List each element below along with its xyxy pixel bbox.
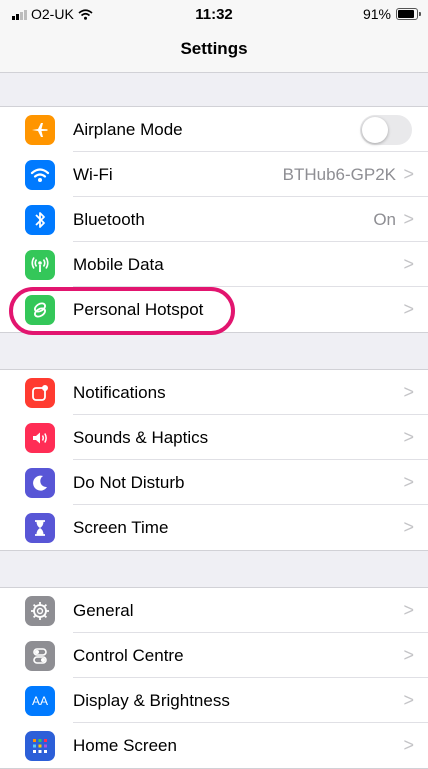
switches-icon (25, 640, 55, 671)
settings-row-airplane-mode[interactable]: Airplane Mode (0, 107, 428, 152)
settings-row-sounds-haptics[interactable]: Sounds & Haptics > (0, 415, 428, 460)
wifi-icon (25, 159, 55, 190)
airplane-mode-toggle[interactable] (360, 114, 412, 145)
notifications-icon (25, 377, 55, 408)
page-title: Settings (180, 39, 248, 58)
settings-row-notifications[interactable]: Notifications > (0, 370, 428, 415)
settings-row-home-screen[interactable]: Home Screen > (0, 723, 428, 768)
chevron-right-icon: > (403, 690, 414, 710)
chevron-right-icon: > (403, 517, 414, 537)
chevron-right-icon: > (403, 427, 414, 447)
chevron-right-icon: > (403, 164, 414, 184)
settings-row-label: Sounds & Haptics (73, 427, 209, 447)
battery-icon (396, 8, 421, 20)
chevron-right-icon: > (403, 254, 414, 274)
settings-row-label: Home Screen (73, 735, 177, 755)
status-bar: O2-UK 11:32 91% (0, 0, 428, 26)
settings-row-mobile-data[interactable]: Mobile Data > (0, 242, 428, 287)
speaker-icon (25, 422, 55, 453)
home-screen-grid-icon (25, 730, 55, 761)
settings-row-display-brightness[interactable]: AA Display & Brightness > (0, 678, 428, 723)
settings-row-control-centre[interactable]: Control Centre > (0, 633, 428, 678)
battery-percent: 91% (362, 6, 391, 22)
gear-icon (25, 595, 55, 626)
hourglass-icon (25, 512, 55, 543)
chevron-right-icon: > (403, 472, 414, 492)
settings-group-general: General > Control Centre > AA Display & … (0, 587, 428, 769)
text-size-icon: AA (25, 685, 55, 716)
settings-group-notifications: Notifications > Sounds & Haptics > Do No… (0, 369, 428, 551)
chevron-right-icon: > (403, 209, 414, 229)
settings-row-label: Airplane Mode (73, 119, 183, 139)
settings-row-label: Bluetooth (73, 209, 145, 229)
settings-row-screen-time[interactable]: Screen Time > (0, 505, 428, 550)
airplane-icon (25, 114, 55, 145)
settings-row-label: Wi-Fi (73, 164, 113, 184)
settings-row-label: Screen Time (73, 517, 169, 537)
antenna-icon (25, 249, 55, 280)
chevron-right-icon: > (403, 600, 414, 620)
navigation-bar: Settings (0, 26, 428, 73)
personal-hotspot-highlight-ring (9, 287, 235, 335)
settings-row-label: Mobile Data (73, 254, 164, 274)
status-right: 91% (362, 6, 421, 22)
settings-row-label: Do Not Disturb (73, 472, 185, 492)
bluetooth-icon (25, 204, 55, 235)
settings-row-label: Display & Brightness (73, 690, 230, 710)
bluetooth-value: On (373, 209, 396, 229)
chevron-right-icon: > (403, 382, 414, 402)
settings-row-label: General (73, 600, 134, 620)
wifi-network-value: BTHub6-GP2K (282, 164, 396, 184)
settings-row-bluetooth[interactable]: Bluetooth On > (0, 197, 428, 242)
settings-row-label: Control Centre (73, 645, 184, 665)
text-size-glyph: AA (31, 693, 48, 708)
settings-row-general[interactable]: General > (0, 588, 428, 633)
chevron-right-icon: > (403, 645, 414, 665)
chevron-right-icon: > (403, 735, 414, 755)
chevron-right-icon: > (403, 299, 414, 319)
moon-icon (25, 467, 55, 498)
settings-row-wifi[interactable]: Wi-Fi BTHub6-GP2K > (0, 152, 428, 197)
settings-row-label: Notifications (73, 382, 166, 402)
settings-row-do-not-disturb[interactable]: Do Not Disturb > (0, 460, 428, 505)
